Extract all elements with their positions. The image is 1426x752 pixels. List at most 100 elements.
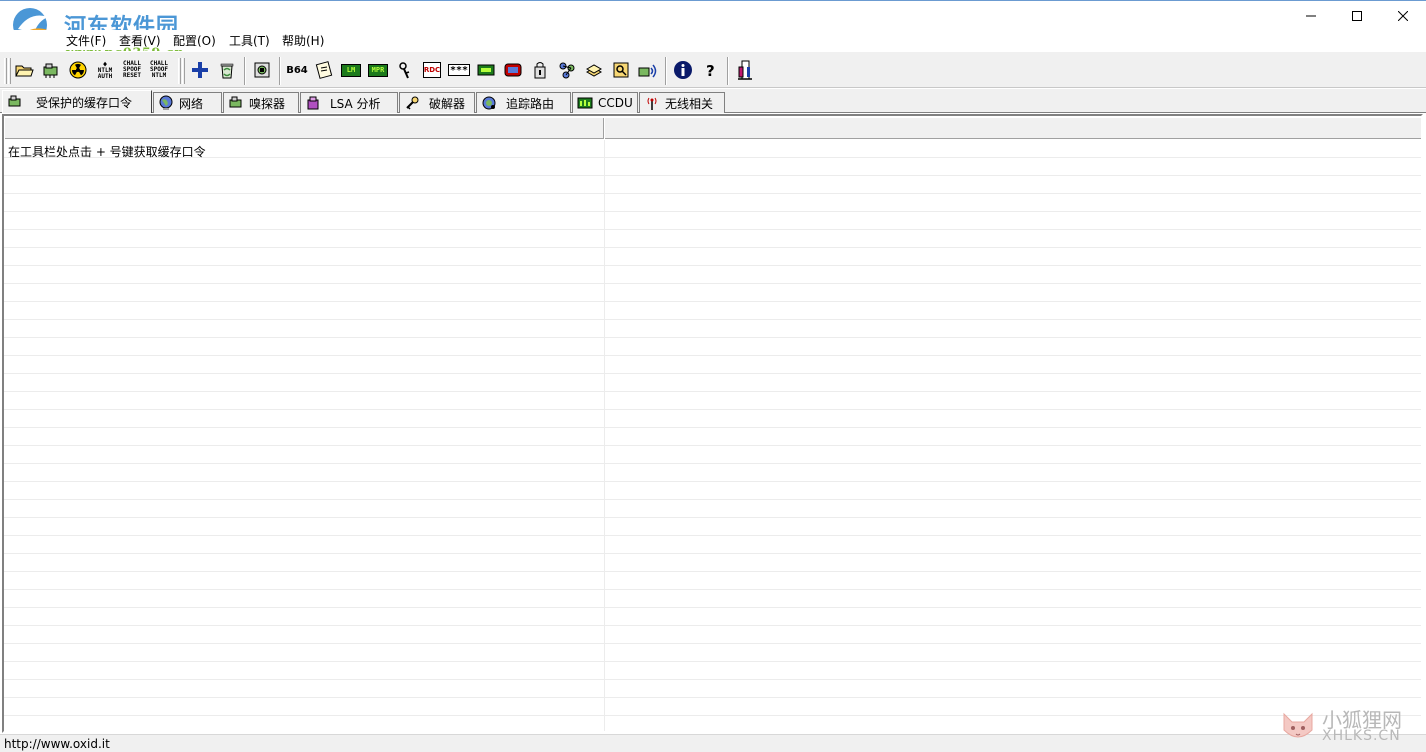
lm-hash-icon-text: LM xyxy=(346,66,356,74)
rdc-icon: RDC xyxy=(423,62,441,78)
tab-label: 受保护的缓存口令 xyxy=(36,95,133,110)
toolbar-grip[interactable] xyxy=(8,58,11,84)
chall-spoof-reset-button[interactable]: CHALL SPOOF RESET xyxy=(120,58,144,82)
tab-label: 嗅探器 xyxy=(249,96,286,111)
toolbar-separator xyxy=(665,57,667,85)
toolbar-grip[interactable] xyxy=(178,58,181,84)
maximize-button[interactable] xyxy=(1334,1,1380,31)
disk-stack-button[interactable] xyxy=(582,58,606,82)
lsa-secret-icon xyxy=(304,95,322,111)
base64-button[interactable]: B64 xyxy=(285,58,309,82)
key-icon xyxy=(403,95,421,111)
add-plus-icon xyxy=(192,62,208,78)
key-wrench-icon xyxy=(399,62,410,79)
column-header-2[interactable] xyxy=(604,118,1421,139)
tab-protected-cache[interactable]: 受保护的缓存口令 xyxy=(2,90,152,113)
toolbar-grip[interactable] xyxy=(182,58,185,84)
tab-ccdu[interactable]: CCDU xyxy=(572,92,638,113)
radiation-icon xyxy=(69,61,87,79)
rdc-button[interactable]: RDC xyxy=(420,58,444,82)
help-icon: ? xyxy=(706,62,715,80)
toolbar-separator xyxy=(244,57,246,85)
key-hole-icon xyxy=(534,62,546,79)
network-card-icon xyxy=(254,62,270,78)
list-header xyxy=(4,118,1421,139)
key-lock-button[interactable] xyxy=(609,58,633,82)
lm-hash-button[interactable]: LM xyxy=(339,58,363,82)
mpr-button[interactable]: MPR xyxy=(366,58,390,82)
corner-watermark-line2: XHLKS.CN xyxy=(1322,728,1401,744)
toolbar: ♦ NTLM AUTH CHALL SPOOF RESET CHALL SPOO… xyxy=(0,51,1426,88)
cisco-card-button[interactable] xyxy=(474,58,498,82)
recycle-icon xyxy=(220,63,234,79)
minimize-button[interactable] xyxy=(1288,1,1334,31)
title-bar: 河东软件园 xyxy=(0,0,1426,42)
menu-tools[interactable]: 工具(T) xyxy=(229,32,270,49)
info-button[interactable] xyxy=(671,58,695,82)
mpr-icon: MPR xyxy=(368,63,388,77)
open-folder-button[interactable] xyxy=(12,58,36,82)
sniffer-card-icon xyxy=(227,95,245,111)
tab-label: 无线相关 xyxy=(665,96,714,111)
lm-hash-icon: LM xyxy=(341,63,361,77)
tab-label: LSA 分析 xyxy=(330,96,381,111)
network-tree-icon xyxy=(559,62,575,79)
network-tree-button[interactable] xyxy=(555,58,579,82)
open-folder-icon xyxy=(15,65,34,77)
list-item[interactable]: 在工具栏处点击 + 号键获取缓存口令 xyxy=(8,143,206,160)
column-divider xyxy=(604,140,605,731)
exit-button[interactable] xyxy=(733,58,757,82)
toolbar-grip[interactable] xyxy=(4,58,7,84)
box-button[interactable] xyxy=(501,58,525,82)
tab-traceroute[interactable]: 追踪路由 xyxy=(476,92,571,113)
chall-spoof-ntlm-button[interactable]: CHALL SPOOF NTLM xyxy=(147,58,171,82)
tab-bar: 受保护的缓存口令 网络 嗅探器 LSA 分析 破解器 追踪路由 CCDU 无线相… xyxy=(0,89,1426,113)
svg-text:?: ? xyxy=(706,62,715,80)
sniffer-card-button[interactable] xyxy=(39,58,63,82)
disk-stack-icon xyxy=(585,64,603,77)
menu-bar: 文件(F) 查看(V) 配置(O) 工具(T) 帮助(H) xyxy=(0,30,1426,51)
tab-cracker[interactable]: 破解器 xyxy=(399,92,475,113)
wireless-button[interactable] xyxy=(636,58,660,82)
chall-spoof-reset-icon: CHALL SPOOF RESET xyxy=(122,60,142,79)
close-button[interactable] xyxy=(1380,1,1426,31)
fox-logo-icon xyxy=(1283,712,1313,738)
corner-watermark: 小狐狸网 XHLKS.CN xyxy=(1278,704,1418,748)
globe-network-icon xyxy=(157,95,175,111)
maximize-icon xyxy=(1352,11,1362,21)
radiation-button[interactable] xyxy=(66,58,90,82)
toolbar-separator xyxy=(727,57,729,85)
tab-label: 追踪路由 xyxy=(506,96,555,111)
tab-lsa-analysis[interactable]: LSA 分析 xyxy=(300,92,398,113)
tab-label: CCDU xyxy=(598,96,633,110)
toolbar-separator xyxy=(279,57,281,85)
hash-calc-button[interactable] xyxy=(312,58,336,82)
tab-label: 网络 xyxy=(179,96,204,111)
sniffer-card-icon xyxy=(43,63,58,78)
menu-help[interactable]: 帮助(H) xyxy=(282,32,324,49)
wireless-icon xyxy=(638,64,657,78)
ntlm-auth-button[interactable]: ♦ NTLM AUTH xyxy=(93,58,117,82)
network-card-button[interactable] xyxy=(250,58,274,82)
key-hole-button[interactable] xyxy=(528,58,552,82)
chall-spoof-ntlm-icon: CHALL SPOOF NTLM xyxy=(149,60,169,79)
minimize-icon xyxy=(1306,15,1316,17)
cached-passwords-list[interactable]: 在工具栏处点击 + 号键获取缓存口令 xyxy=(2,114,1423,733)
add-button[interactable] xyxy=(188,58,212,82)
sniffer-card-icon xyxy=(6,94,24,110)
status-bar: http://www.oxid.it xyxy=(0,734,1426,752)
base64-icon: B64 xyxy=(286,64,308,76)
tab-sniffer[interactable]: 嗅探器 xyxy=(223,92,299,113)
recycle-button[interactable] xyxy=(215,58,239,82)
password-asterisk-button[interactable]: *** xyxy=(447,58,471,82)
column-header-1[interactable] xyxy=(4,118,604,139)
tab-wireless[interactable]: 无线相关 xyxy=(639,92,725,113)
help-button[interactable]: ? xyxy=(698,58,722,82)
info-icon xyxy=(674,61,692,79)
cisco-card-icon xyxy=(477,64,495,76)
tab-network[interactable]: 网络 xyxy=(153,92,222,113)
hash-calc-icon xyxy=(315,61,333,79)
key-wrench-button[interactable] xyxy=(393,58,417,82)
close-icon xyxy=(1398,11,1408,21)
exit-icon xyxy=(738,60,752,80)
